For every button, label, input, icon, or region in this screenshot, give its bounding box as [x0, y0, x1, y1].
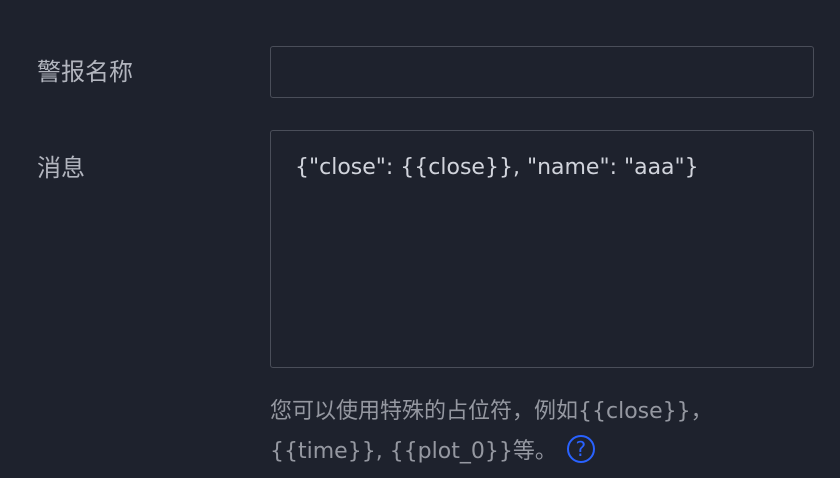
placeholder-hint: 您可以使用特殊的占位符，例如{{close}}，{{time}}, {{plot… [270, 392, 815, 472]
question-circle-icon[interactable]: ? [566, 435, 595, 463]
alert-name-label: 警报名称 [37, 58, 133, 86]
placeholder-hint-text: 您可以使用特殊的占位符，例如{{close}}，{{time}}, {{plot… [270, 399, 713, 464]
message-label: 消息 [37, 154, 85, 182]
message-textarea[interactable]: {"close": {{close}}, "name": "aaa"} [270, 130, 814, 368]
alert-name-input[interactable] [270, 46, 814, 98]
